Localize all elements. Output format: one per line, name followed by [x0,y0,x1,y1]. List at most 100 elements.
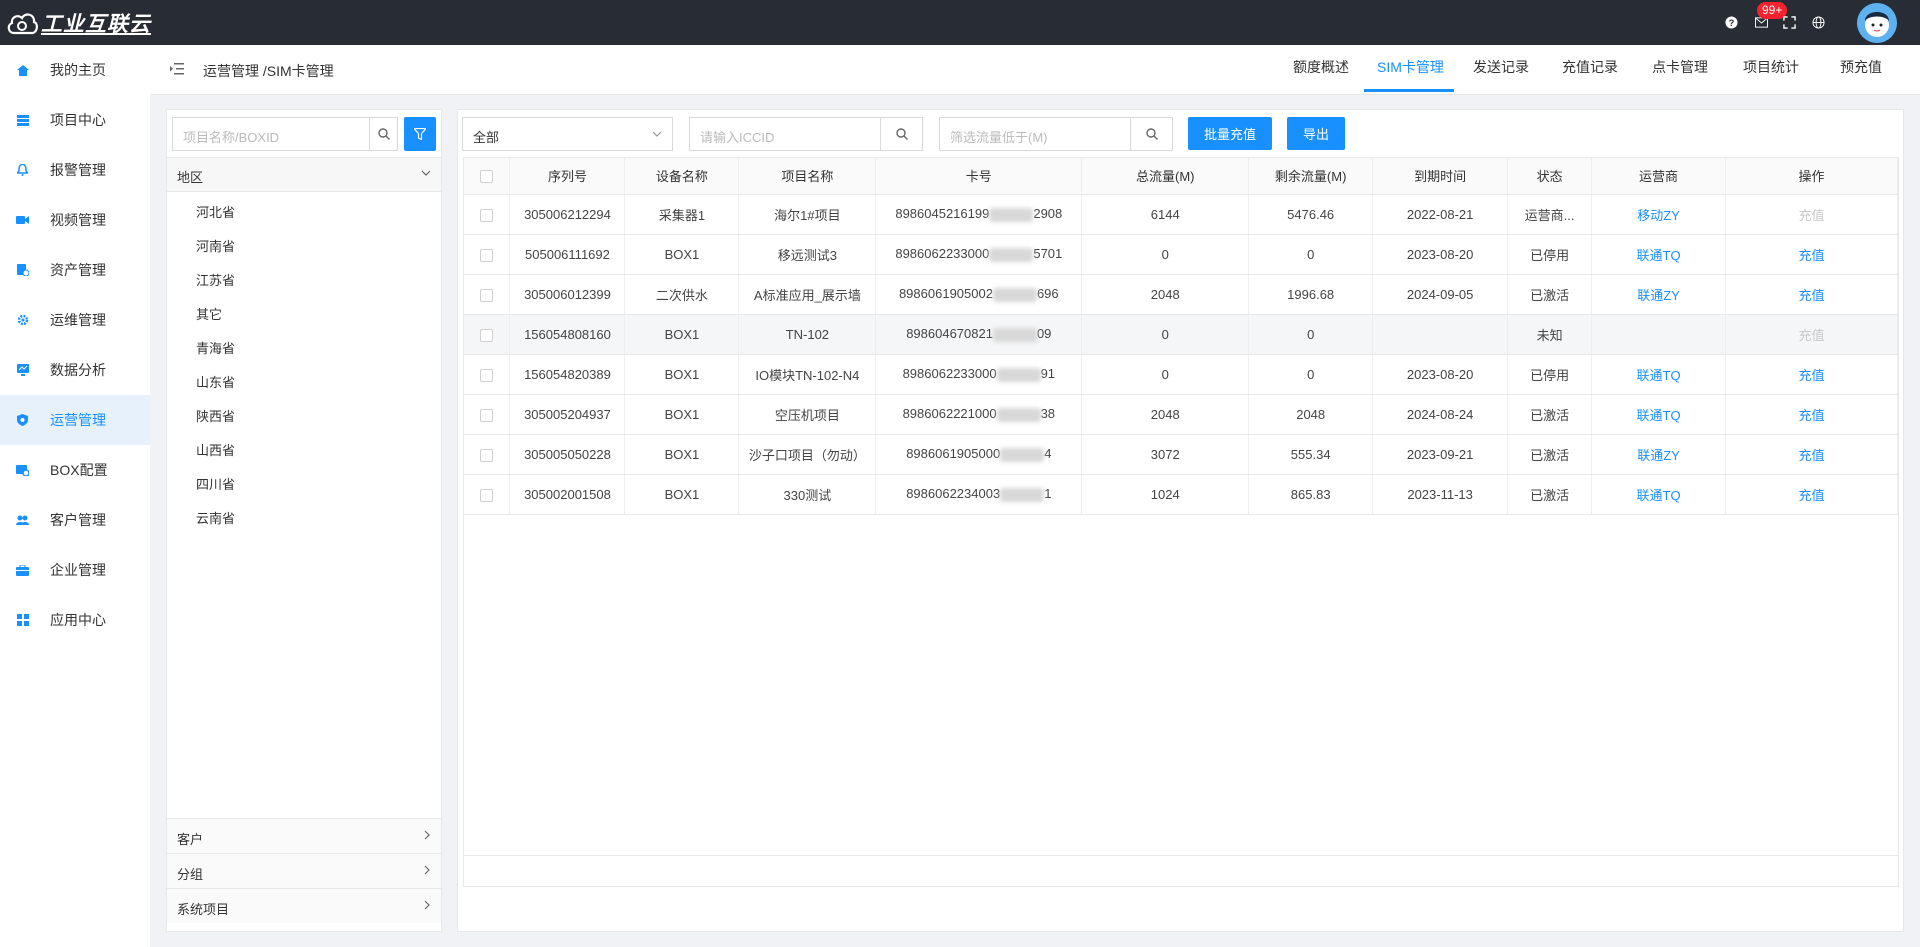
table-row[interactable]: 305005050228 BOX1 沙子口项目（勿动） 8986061905000 4 3… [464,434,1898,475]
sidebar-item-projects[interactable]: 项目中心 [0,95,150,145]
tab-project-stats[interactable]: 项目统计 [1743,57,1799,77]
province-item[interactable]: 江苏省 [196,270,235,289]
tab-point-card[interactable]: 点卡管理 [1652,57,1708,77]
column-header[interactable]: 项目名称 [738,158,877,195]
help-icon[interactable]: ? [1723,14,1739,30]
column-header[interactable]: 到期时间 [1372,158,1509,195]
sidebar-item-home[interactable]: 我的主页 [0,45,150,95]
table-row[interactable]: 305005204937 BOX1 空压机项目 8986062221000 38 2048… [464,394,1898,435]
column-header[interactable]: 总流量(M) [1081,158,1250,195]
column-header[interactable]: 设备名称 [624,158,740,195]
carrier-link[interactable]: 联通TQ [1637,368,1681,383]
carrier-link[interactable]: 联通TQ [1637,248,1681,263]
recharge-button[interactable]: 充值 [1798,248,1824,263]
row-checkbox[interactable] [480,288,494,302]
province-item[interactable]: 云南省 [196,508,235,527]
tab-sim[interactable]: SIM卡管理 [1377,57,1444,77]
sidebar-item-ops[interactable]: 运维管理 [0,295,150,345]
table-row[interactable]: 305006012399 二次供水 A标准应用_展示墙 8986061905002 69… [464,274,1898,315]
carrier-link[interactable]: 移动ZY [1637,208,1680,223]
carrier-link[interactable]: 联通TQ [1637,408,1681,423]
column-header[interactable]: 卡号 [875,158,1083,195]
row-checkbox[interactable] [480,408,494,422]
province-item[interactable]: 青海省 [196,338,235,357]
logo[interactable]: 工业互联云 [6,8,151,38]
accordion-system-projects[interactable]: 系统项目 [167,888,441,923]
carrier-link[interactable]: 联通ZY [1637,288,1680,303]
breadcrumb: 运营管理 /SIM卡管理 [203,63,334,79]
redacted-mask [996,367,1041,382]
accordion-customers[interactable]: 客户 [167,818,441,853]
province-item[interactable]: 河南省 [196,236,235,255]
recharge-button[interactable]: 充值 [1798,488,1824,503]
batch-recharge-button[interactable]: 批量充值 [1188,117,1272,150]
province-item[interactable]: 四川省 [196,474,235,493]
redacted-mask [1000,447,1045,462]
column-header[interactable]: 运营商 [1591,158,1726,195]
column-header[interactable]: 剩余流量(M) [1248,158,1374,195]
table-row[interactable]: 305006212294 采集器1 海尔1#项目 8986045216199 2908 6… [464,194,1898,235]
column-header[interactable]: 序列号 [509,158,626,195]
row-checkbox[interactable] [480,248,494,262]
row-checkbox[interactable] [480,448,494,462]
menu-fold-icon[interactable] [170,63,184,75]
tab-send-records[interactable]: 发送记录 [1473,57,1529,77]
recharge-button[interactable]: 充值 [1798,408,1824,423]
filter-button[interactable] [404,117,436,151]
sidebar-item-operations[interactable]: 运营管理 [0,395,150,445]
fullscreen-icon[interactable] [1781,14,1797,30]
sidebar-item-analytics[interactable]: 数据分析 [0,345,150,395]
redacted-mask [992,287,1037,302]
project-search[interactable]: 项目名称/BOXID [172,117,398,151]
column-header[interactable]: 状态 [1507,158,1593,195]
table-row[interactable]: 305002001508 BOX1 330测试 8986062234003 1 1024 8… [464,474,1898,515]
sidebar-item-customers[interactable]: 客户管理 [0,495,150,545]
search-icon[interactable] [1130,118,1172,150]
province-item[interactable]: 其它 [196,304,222,323]
row-checkbox[interactable] [480,368,494,382]
row-select-cell [464,434,511,475]
tab-quota[interactable]: 额度概述 [1293,57,1349,77]
carrier-link[interactable]: 联通TQ [1637,488,1681,503]
table-row[interactable]: 156054808160 BOX1 TN-102 898604670821 09 0 0 未知… [464,314,1898,355]
column-header[interactable]: 操作 [1725,158,1898,195]
tab-prepaid[interactable]: 预充值 [1840,57,1882,77]
status-select[interactable]: 全部 [462,117,673,151]
iccid-search-input[interactable]: 请输入ICCID [689,117,923,151]
province-item[interactable]: 河北省 [196,202,235,221]
table-row[interactable]: 156054820389 BOX1 IO模块TN-102-N4 89860622330… [464,354,1898,395]
expire-cell: 2023-08-20 [1372,234,1509,275]
flow-filter-input[interactable]: 筛选流量低于(M) [939,117,1173,151]
province-item[interactable]: 陕西省 [196,406,235,425]
row-checkbox[interactable] [480,208,494,222]
province-item[interactable]: 山西省 [196,440,235,459]
row-checkbox[interactable] [480,328,494,342]
apps-icon [16,614,29,627]
search-icon[interactable] [880,118,922,150]
avatar[interactable] [1857,3,1897,43]
sidebar-item-alarms[interactable]: 报警管理 [0,145,150,195]
sidebar-item-assets[interactable]: 资产管理 [0,245,150,295]
carrier-link[interactable]: 联通ZY [1637,448,1680,463]
row-checkbox[interactable] [480,488,494,502]
export-button[interactable]: 导出 [1287,117,1345,150]
recharge-button[interactable]: 充值 [1798,368,1824,383]
project-cell: A标准应用_展示墙 [738,274,877,315]
sidebar-item-apps[interactable]: 应用中心 [0,595,150,645]
recharge-button[interactable]: 充值 [1798,448,1824,463]
region-accordion-header[interactable]: 地区 [167,157,441,192]
sidebar-item-enterprise[interactable]: 企业管理 [0,545,150,595]
sidebar-item-video[interactable]: 视频管理 [0,195,150,245]
recharge-button[interactable]: 充值 [1798,288,1824,303]
table-row[interactable]: 505006111692 BOX1 移远测试3 8986062233000 5701 0 0… [464,234,1898,275]
province-item[interactable]: 山东省 [196,372,235,391]
select-all-checkbox[interactable] [480,170,494,184]
globe-icon[interactable] [1810,14,1826,30]
search-icon[interactable] [369,118,397,150]
action-cell: 充值 [1725,274,1898,315]
tab-recharge-records[interactable]: 充值记录 [1562,57,1618,77]
accordion-groups[interactable]: 分组 [167,853,441,888]
sidebar-item-box-config[interactable]: BOX配置 [0,445,150,495]
project-cell: 330测试 [738,474,877,515]
monitor-icon [16,364,29,377]
